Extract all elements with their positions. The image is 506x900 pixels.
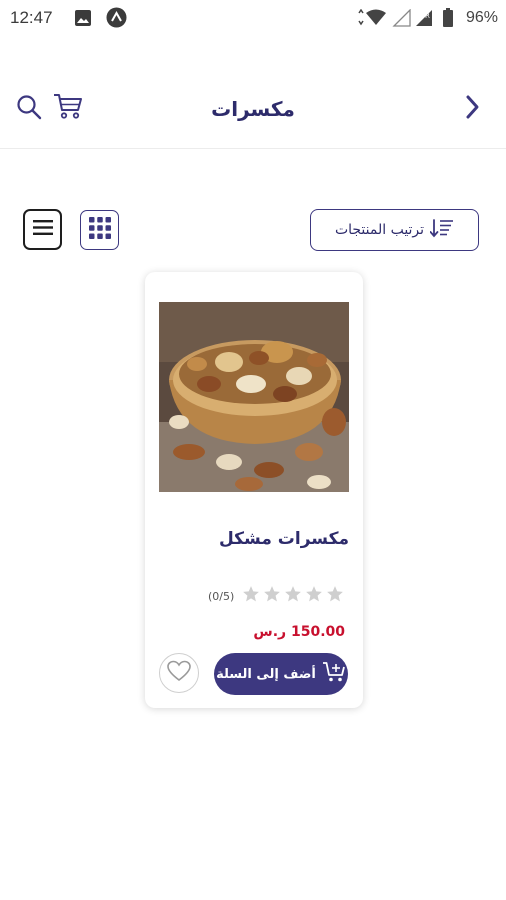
signal-icon: R [392,8,436,31]
product-card[interactable]: مكسرات مشكل (0/5) 150.00 ر.س أضف إلى الس… [145,272,363,708]
product-name[interactable]: مكسرات مشكل [219,529,349,549]
grid-view-button[interactable] [80,210,119,250]
star-icon [326,585,344,607]
star-icon [305,585,323,607]
app-header: مكسرات [0,60,506,149]
sort-products-button[interactable]: ترتيب المنتجات [310,209,479,251]
status-time: 12:47 [10,8,53,27]
rating-count: (0/5) [208,590,235,603]
star-icon [263,585,281,607]
svg-text:R: R [425,12,430,20]
wifi-icon [356,8,388,31]
back-arrow-icon [462,94,482,124]
add-to-cart-label: أضف إلى السلة [216,666,316,682]
notification-icon [106,7,127,32]
heart-icon [167,660,191,686]
list-view-button[interactable] [23,209,62,250]
star-rating [242,585,344,607]
grid-view-icon [88,217,111,243]
star-icon [284,585,302,607]
image-icon [74,9,92,31]
wishlist-button[interactable] [159,653,199,693]
product-image[interactable] [159,302,349,492]
page-title: مكسرات [211,97,295,121]
sort-label: ترتيب المنتجات [334,222,425,238]
sort-icon [429,218,454,242]
status-bar: 12:47 R 96% [0,0,506,36]
back-button[interactable] [456,93,488,125]
battery-percent: 96% [465,9,498,26]
add-to-cart-button[interactable]: أضف إلى السلة [214,653,348,695]
add-cart-icon [322,661,346,687]
star-icon [242,585,260,607]
product-price: 150.00 ر.س [253,624,345,640]
list-view-icon [32,219,53,240]
battery-icon [442,8,454,31]
